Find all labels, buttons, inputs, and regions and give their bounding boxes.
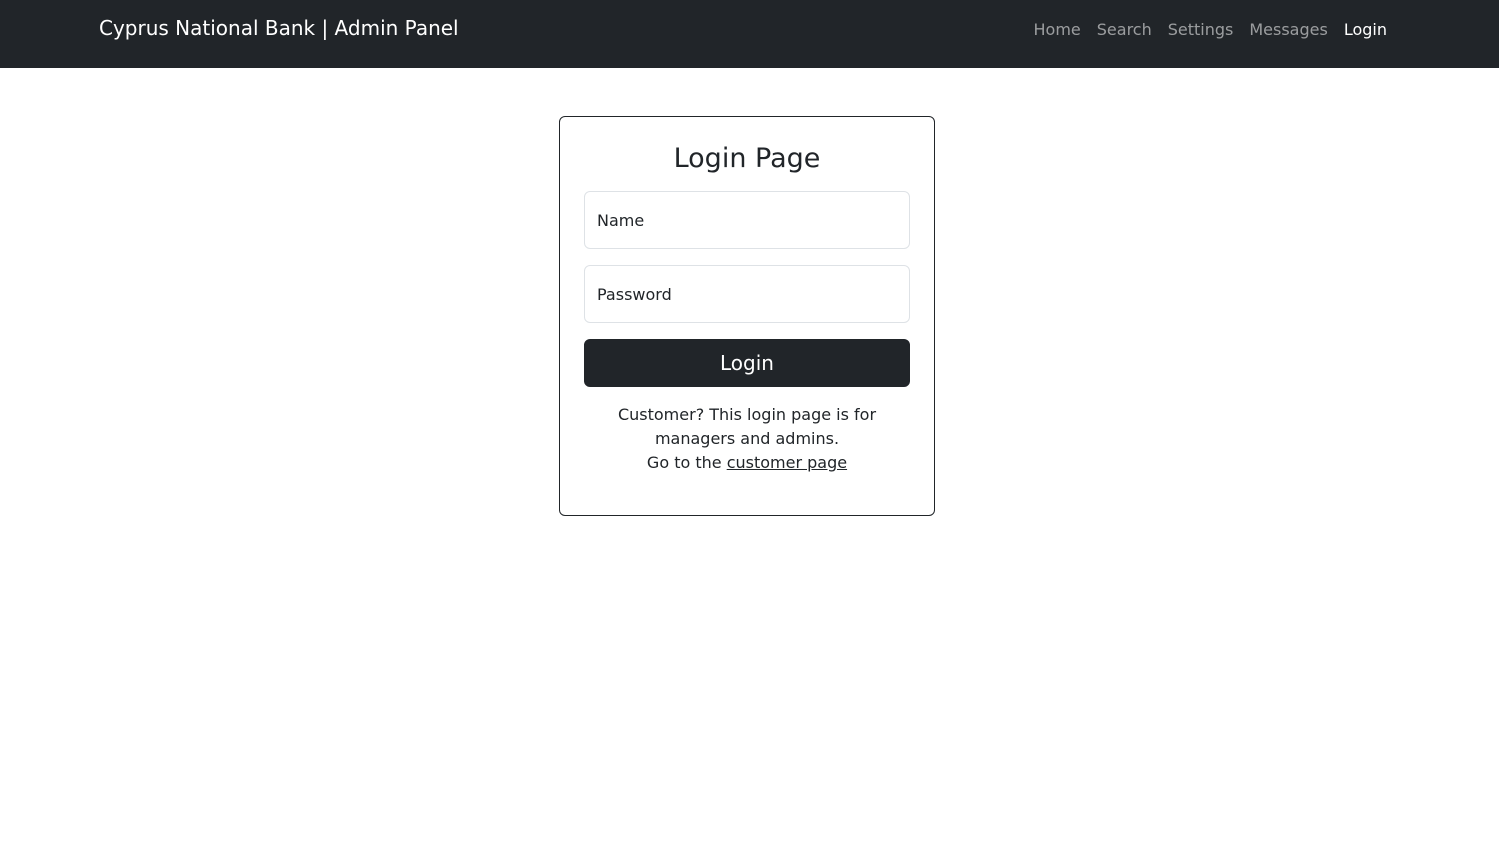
note-text: Customer? This login page is for manager… [617,405,877,448]
nav-link-messages[interactable]: Messages [1249,18,1327,42]
note-prefix: Go to the [646,453,727,472]
customer-note: Customer? This login page is for manager… [584,403,910,475]
customer-page-link[interactable]: customer page [727,453,847,472]
nav-link-settings[interactable]: Settings [1168,18,1234,42]
page-title: Login Page [673,143,821,174]
name-input[interactable] [584,191,910,249]
nav-link-login[interactable]: Login [1344,18,1387,42]
password-input[interactable] [584,265,910,323]
login-card: Login Page Login Customer? This login pa… [559,116,935,516]
nav-links: Home Search Settings Messages Login [1034,18,1387,42]
login-button[interactable]: Login [584,339,910,387]
brand-link[interactable]: Cyprus National Bank | Admin Panel [99,14,459,42]
top-navbar: Cyprus National Bank | Admin Panel Home … [0,0,1499,68]
nav-link-search[interactable]: Search [1097,18,1152,42]
nav-link-home[interactable]: Home [1034,18,1081,42]
